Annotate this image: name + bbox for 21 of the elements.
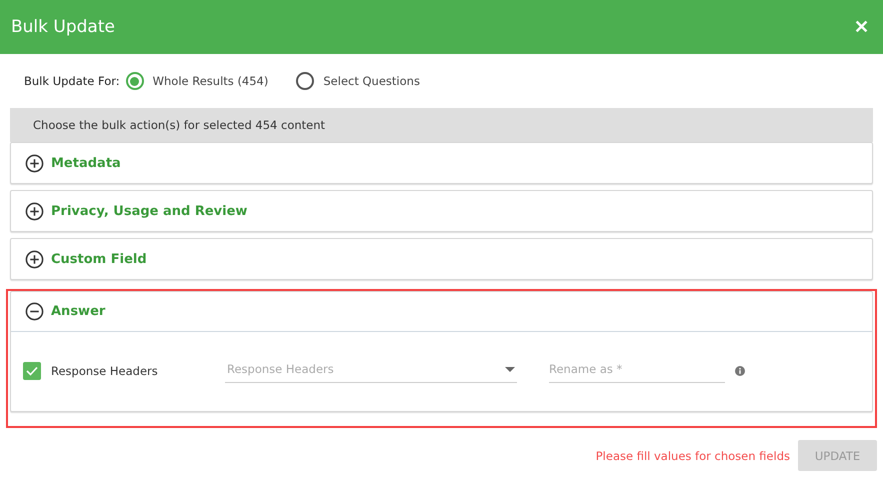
plus-circle-icon xyxy=(25,154,44,172)
accordion-header[interactable]: Custom Field xyxy=(11,239,872,279)
radio-option[interactable]: Whole Results (454) xyxy=(126,72,268,90)
caret-icon xyxy=(505,366,515,372)
close-button[interactable]: ✕ xyxy=(854,16,869,38)
accordion-header[interactable]: Metadata xyxy=(11,143,872,183)
accordion-header[interactable]: Privacy, Usage and Review xyxy=(11,191,872,231)
dialog-title: Bulk Update xyxy=(11,17,115,37)
minus-circle-icon xyxy=(25,302,44,321)
scope-label: Bulk Update For: xyxy=(24,74,120,88)
dropdown-field[interactable]: Response Headers xyxy=(225,358,517,383)
accordion-header[interactable]: Answer xyxy=(11,292,872,332)
check-icon xyxy=(26,366,38,376)
instruction-banner: Choose the bulk action(s) for selected 454 content xyxy=(10,108,873,142)
checkbox[interactable] xyxy=(23,362,41,380)
plus-circle-icon xyxy=(25,202,44,220)
error-message: Please fill values for chosen fields xyxy=(596,448,790,462)
radio-option[interactable]: Select Questions xyxy=(296,72,420,90)
info-icon xyxy=(735,366,745,376)
plus-circle-icon xyxy=(25,250,44,268)
field-label: Response Headers xyxy=(51,364,159,378)
